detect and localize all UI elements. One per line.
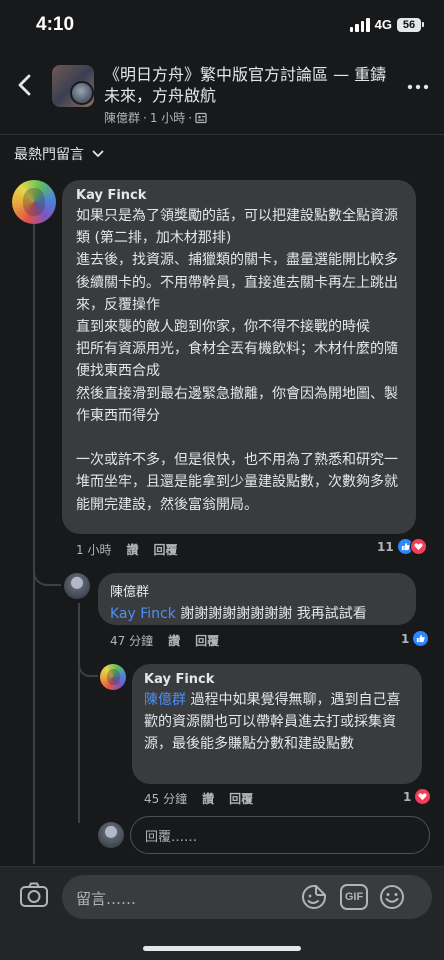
battery-icon: 56: [397, 17, 424, 32]
reply-placeholder: 回覆……: [145, 829, 198, 845]
like-button[interactable]: 讚: [126, 541, 138, 558]
comment-sort-dropdown[interactable]: 最熱門留言: [14, 144, 104, 164]
reaction-summary[interactable]: 11: [377, 538, 427, 555]
camera-icon[interactable]: [18, 879, 50, 911]
comment-author[interactable]: 陳億群: [110, 581, 404, 600]
mention-link[interactable]: 陳億群: [144, 692, 186, 708]
reaction-summary[interactable]: 1: [401, 630, 430, 647]
like-reaction-icon: [412, 630, 430, 647]
mention-link[interactable]: Kay Finck: [110, 606, 176, 622]
emoji-icon[interactable]: [378, 883, 406, 911]
status-bar: 4:10 4G 56: [0, 0, 444, 52]
comment-text: 陳億群 過程中如果覺得無聊，遇到自己喜歡的資源關也可以帶幹員進去打或採集資源，最…: [144, 689, 410, 755]
reaction-summary[interactable]: 1: [403, 788, 432, 805]
reaction-count: 1: [401, 631, 410, 646]
avatar[interactable]: [12, 180, 56, 224]
comment-composer-bar: 留言…… GIF: [0, 866, 444, 960]
reply-button[interactable]: 回覆: [195, 632, 219, 649]
avatar: [98, 822, 124, 848]
avatar[interactable]: [70, 81, 94, 105]
group-privacy-icon: [195, 112, 207, 123]
reaction-count: 1: [403, 789, 412, 804]
love-reaction-icon: [409, 538, 427, 555]
avatar[interactable]: [64, 573, 90, 599]
reply-button[interactable]: 回覆: [153, 541, 177, 558]
meta-separator: ·: [188, 110, 193, 125]
comment-actions: 47 分鐘 讚 回覆: [110, 632, 219, 649]
chevron-down-icon: [92, 150, 104, 158]
comment-body: 謝謝謝謝謝謝謝謝 我再試試看: [175, 606, 367, 622]
comment-actions: 45 分鐘 讚 回覆: [144, 790, 253, 807]
meta-separator: ·: [143, 110, 147, 125]
avatar[interactable]: [100, 664, 126, 690]
post-meta: 陳億群 · 1 小時 ·: [104, 109, 207, 126]
chevron-left-icon[interactable]: [12, 71, 40, 99]
comment-author[interactable]: Kay Finck: [144, 672, 410, 687]
comment-author[interactable]: Kay Finck: [76, 188, 402, 203]
comment-time[interactable]: 45 分鐘: [144, 790, 187, 807]
comment-actions: 1 小時 讚 回覆: [76, 541, 177, 558]
post-header: 《明日方舟》繁中版官方討論區 — 重鑄未來，方舟啟航 陳億群 · 1 小時 ·: [0, 55, 444, 133]
home-indicator: [143, 946, 301, 951]
reaction-count: 11: [377, 539, 394, 554]
love-reaction-icon: [414, 788, 432, 805]
like-button[interactable]: 讚: [168, 632, 180, 649]
reply-input[interactable]: 回覆……: [130, 816, 430, 854]
more-horizontal-icon[interactable]: [406, 77, 430, 97]
post-time[interactable]: 1 小時: [150, 109, 185, 126]
post-author[interactable]: 陳億群: [104, 109, 140, 126]
network-type: 4G: [374, 17, 392, 32]
comment-time[interactable]: 47 分鐘: [110, 632, 153, 649]
comment-bubble[interactable]: 陳億群 Kay Finck 謝謝謝謝謝謝謝謝 我再試試看: [98, 573, 416, 625]
status-time: 4:10: [36, 14, 75, 35]
divider: [0, 134, 444, 135]
comment-bubble[interactable]: Kay Finck 陳億群 過程中如果覺得無聊，遇到自己喜歡的資源關也可以帶幹員…: [132, 664, 422, 784]
comment-time[interactable]: 1 小時: [76, 541, 111, 558]
battery-level: 56: [397, 17, 421, 32]
comment-input[interactable]: 留言…… GIF: [62, 875, 432, 919]
status-indicators: 4G 56: [349, 17, 424, 32]
sort-label: 最熱門留言: [14, 147, 84, 163]
thread-line: [78, 603, 80, 823]
comment-text: Kay Finck 謝謝謝謝謝謝謝謝 我再試試看: [110, 603, 404, 625]
comment-bubble[interactable]: Kay Finck 如果只是為了領獎勵的話，可以把建設點數全點資源類 (第二排，…: [62, 180, 416, 534]
reply-button[interactable]: 回覆: [229, 790, 253, 807]
comment-text: 如果只是為了領獎勵的話，可以把建設點數全點資源類 (第二排，加木材那排) 進去後…: [76, 208, 398, 513]
gif-icon[interactable]: GIF: [340, 884, 368, 910]
sticker-icon[interactable]: [300, 883, 328, 911]
thread-line: [33, 224, 35, 864]
like-button[interactable]: 讚: [202, 790, 214, 807]
page-title[interactable]: 《明日方舟》繁中版官方討論區 — 重鑄未來，方舟啟航: [104, 64, 394, 106]
thread-branch: [78, 655, 98, 677]
thread-branch: [33, 560, 61, 586]
signal-icon: [349, 17, 370, 32]
composer-placeholder: 留言……: [76, 890, 137, 908]
